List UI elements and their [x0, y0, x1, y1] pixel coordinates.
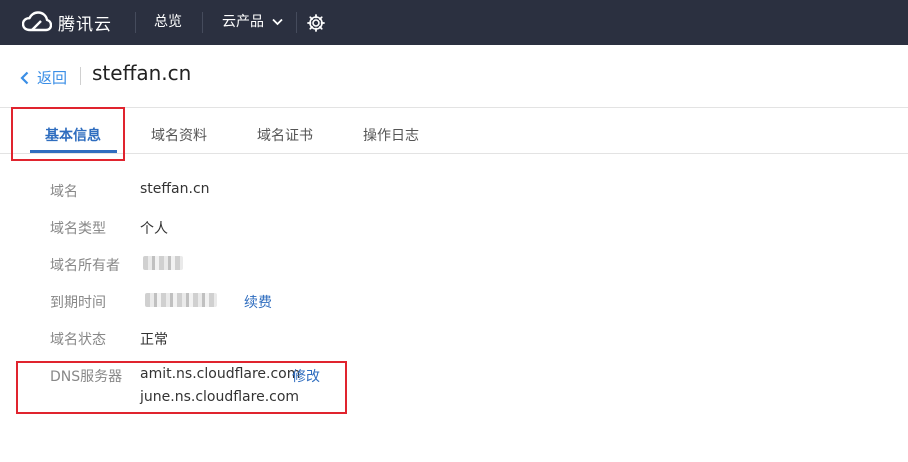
page-header: 返回 steffan.cn — [0, 45, 908, 108]
label-expiry-date: 到期时间 — [50, 295, 106, 311]
chevron-down-icon — [272, 18, 284, 26]
redacted-expiry-date — [145, 293, 217, 307]
label-domain-owner: 域名所有者 — [50, 258, 120, 274]
chevron-left-icon — [20, 71, 29, 84]
label-domain-status: 域名状态 — [50, 332, 106, 348]
redacted-owner — [143, 256, 183, 270]
nav-divider — [202, 12, 203, 33]
label-domain-type: 域名类型 — [50, 221, 106, 237]
back-label: 返回 — [37, 69, 68, 87]
tab-domain-profile[interactable]: 域名资料 — [151, 125, 207, 145]
highlight-box-tab — [11, 107, 125, 161]
nav-overview[interactable]: 总览 — [154, 12, 182, 33]
back-link[interactable]: 返回 — [20, 67, 67, 88]
page-title: steffan.cn — [92, 61, 192, 85]
highlight-box-dns — [16, 361, 347, 414]
nav-products-label: 云产品 — [222, 14, 264, 30]
tab-bar: 基本信息 域名资料 域名证书 操作日志 — [0, 108, 908, 154]
tab-operation-log[interactable]: 操作日志 — [363, 125, 419, 145]
label-domain: 域名 — [50, 184, 78, 200]
top-navigation-bar: 腾讯云 总览 云产品 — [0, 0, 908, 45]
renew-link[interactable]: 续费 — [244, 292, 272, 312]
nav-divider — [135, 12, 136, 33]
value-domain-type: 个人 — [140, 221, 168, 237]
tencent-cloud-logo[interactable]: 腾讯云 — [22, 9, 112, 35]
brand-name: 腾讯云 — [58, 14, 112, 35]
cloud-logo-icon — [22, 11, 52, 32]
gear-icon[interactable] — [306, 13, 326, 33]
tab-domain-certificate[interactable]: 域名证书 — [257, 125, 313, 145]
nav-products-dropdown[interactable]: 云产品 — [222, 12, 284, 33]
value-domain-status: 正常 — [140, 332, 168, 348]
header-divider — [80, 67, 81, 85]
nav-divider — [296, 12, 297, 33]
value-domain: steffan.cn — [140, 181, 210, 197]
